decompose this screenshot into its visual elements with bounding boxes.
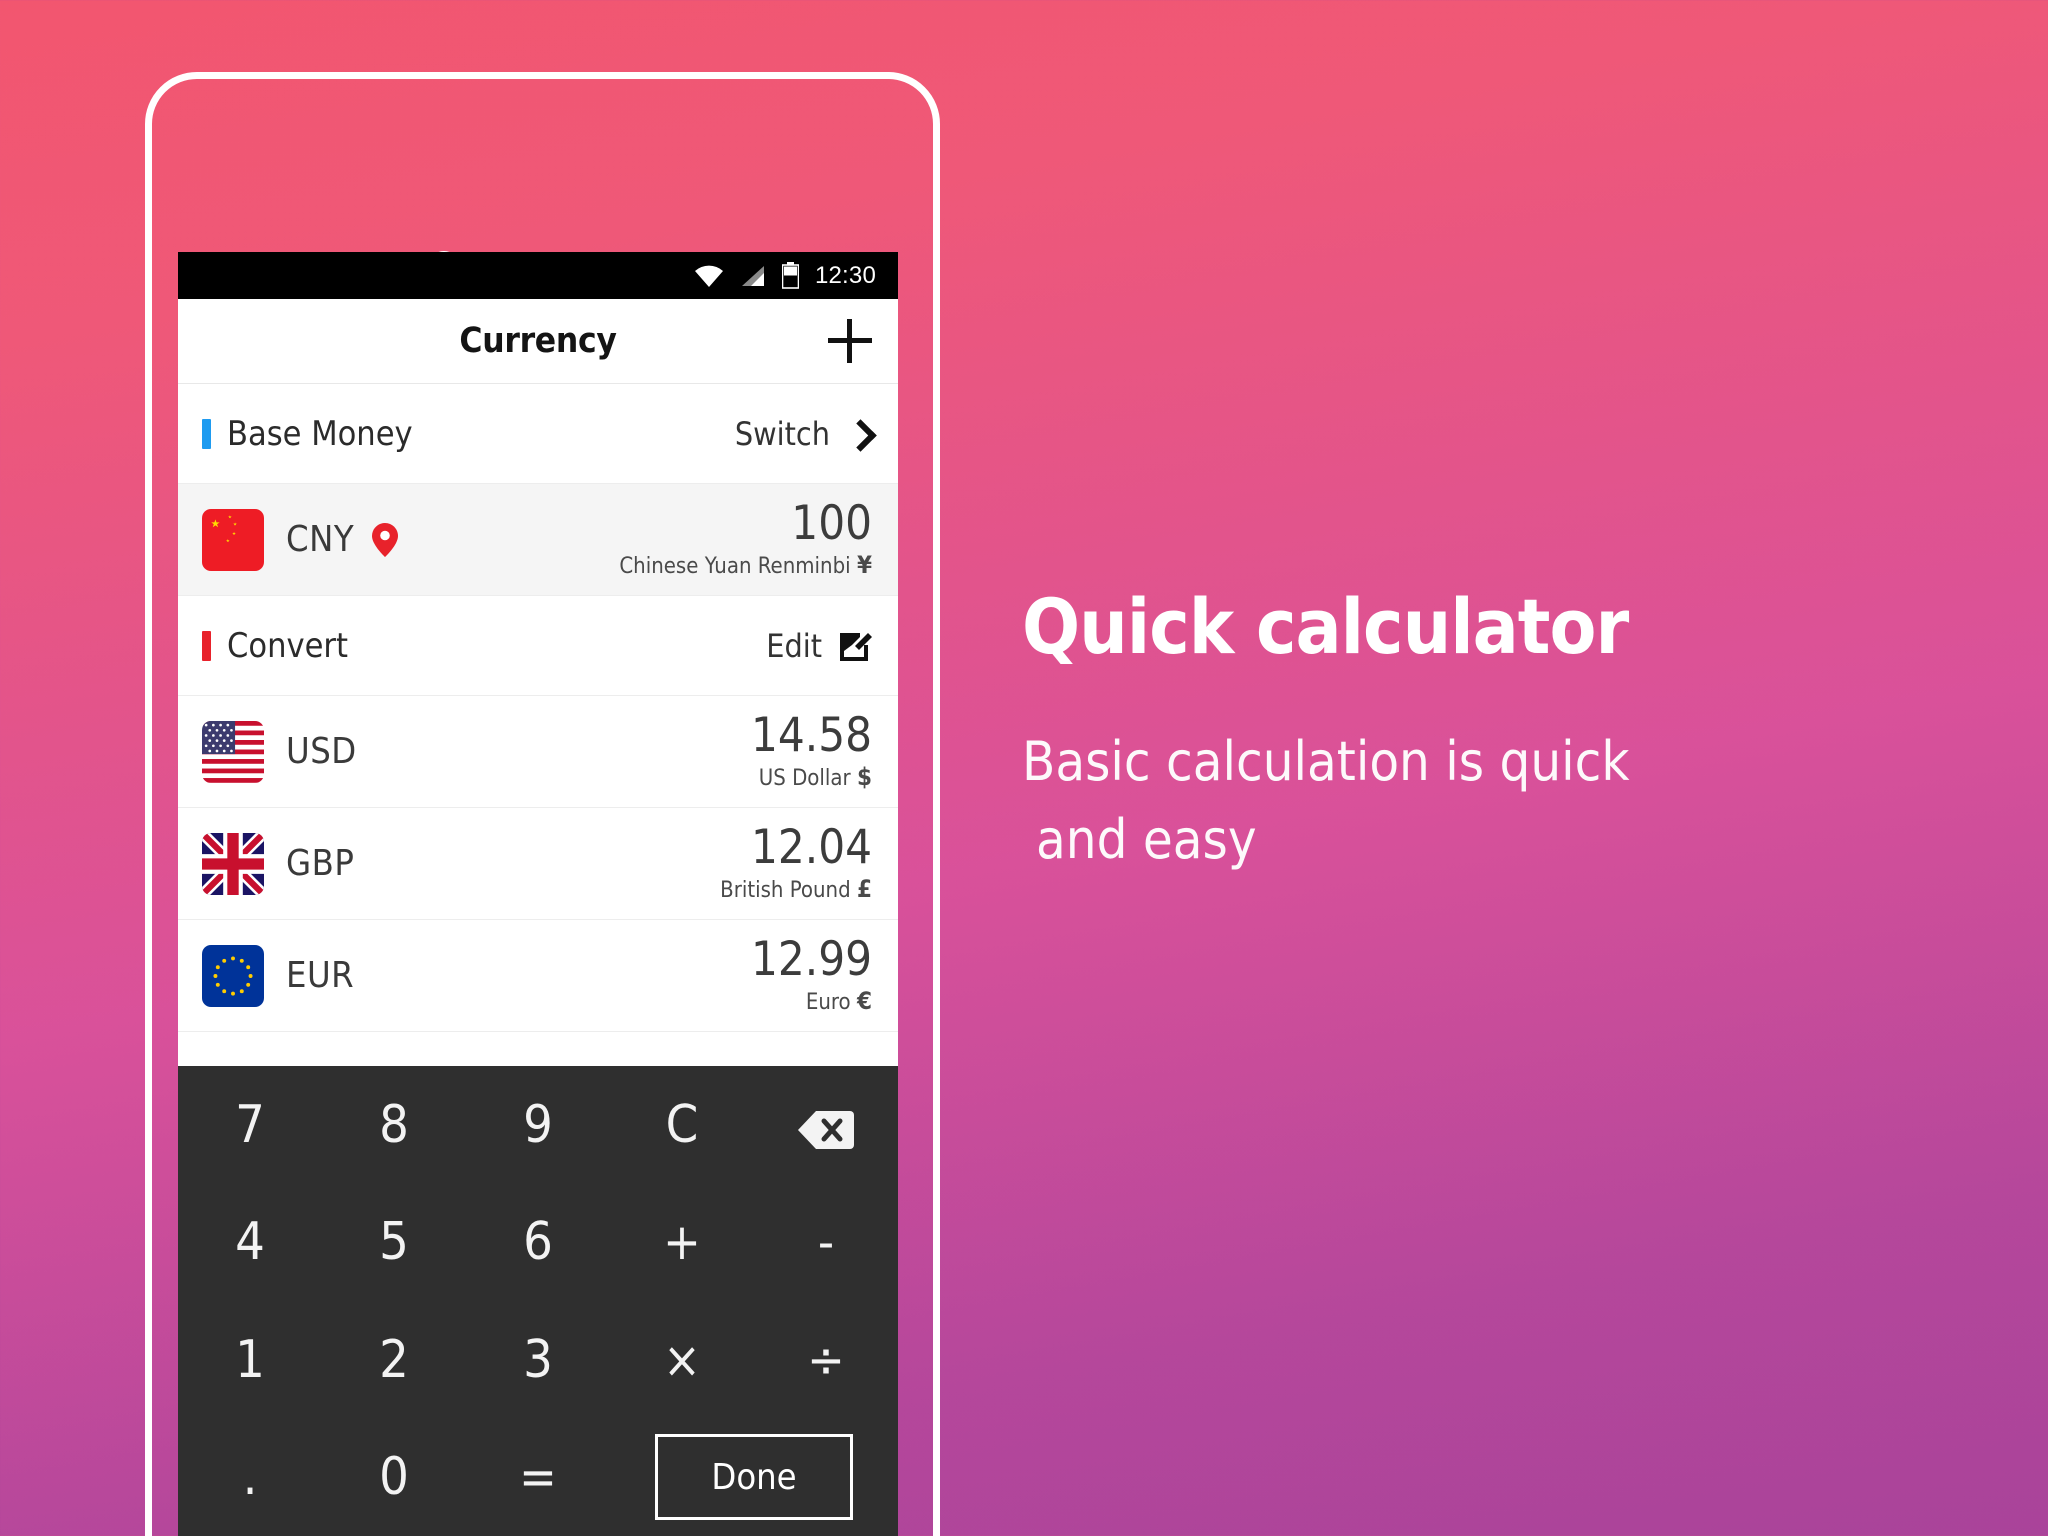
currency-symbol-eur: € <box>856 987 872 1016</box>
key-7[interactable]: 7 <box>178 1066 322 1184</box>
currency-row-eur[interactable]: EUR 12.99 Euro € <box>178 920 898 1032</box>
plus-icon[interactable] <box>828 319 872 363</box>
currency-row-gbp[interactable]: GBP 12.04 British Pound £ <box>178 808 898 920</box>
key-9[interactable]: 9 <box>466 1066 610 1184</box>
key-equals[interactable]: = <box>466 1419 610 1536</box>
flag-usa <box>202 720 264 783</box>
currency-amount-usd[interactable]: 14.58 <box>751 711 872 760</box>
edit-pencil-icon[interactable] <box>838 629 872 663</box>
marketing-subtext-line1: Basic calculation is quick <box>1022 730 1630 793</box>
section-convert[interactable]: Convert Edit <box>178 596 898 696</box>
key-8[interactable]: 8 <box>322 1066 466 1184</box>
marketing-subtext: Basic calculation is quick and easy <box>1022 723 1842 880</box>
currency-code-eur: EUR <box>286 955 355 996</box>
flag-uk <box>202 832 264 895</box>
battery-icon <box>781 262 799 289</box>
page-title: Currency <box>459 321 617 361</box>
base-currency-amount[interactable]: 100 <box>619 499 872 548</box>
key-2[interactable]: 2 <box>322 1301 466 1419</box>
currency-symbol-gbp: £ <box>856 875 872 904</box>
currency-name-eur: Euro € <box>805 987 872 1016</box>
accent-bar-red <box>202 630 211 661</box>
cell-signal-icon <box>740 264 766 288</box>
status-bar: 12:30 <box>178 252 898 299</box>
marketing-subtext-line2: and easy <box>1036 808 1257 872</box>
marketing-headline: Quick calculator <box>1022 582 1629 671</box>
marketing-copy: Quick calculator Basic calculation is qu… <box>1022 582 1842 880</box>
key-done-cell: Done <box>610 1419 898 1536</box>
section-base-money[interactable]: Base Money Switch <box>178 384 898 484</box>
status-time: 12:30 <box>814 261 876 289</box>
phone-top-bezel <box>152 79 933 189</box>
location-pin-icon <box>372 522 399 557</box>
key-clear[interactable]: C <box>610 1066 754 1184</box>
key-plus[interactable]: + <box>610 1184 754 1302</box>
key-5[interactable]: 5 <box>322 1184 466 1302</box>
currency-name-usd: US Dollar $ <box>758 763 872 792</box>
currency-amount-gbp[interactable]: 12.04 <box>720 823 872 872</box>
flag-eu <box>202 944 264 1007</box>
key-6[interactable]: 6 <box>466 1184 610 1302</box>
currency-symbol-usd: $ <box>856 763 872 792</box>
currency-name-gbp: British Pound £ <box>720 875 872 904</box>
backspace-icon <box>798 1104 854 1149</box>
base-currency-code: CNY <box>286 519 355 560</box>
section-label-convert: Convert <box>227 625 348 666</box>
key-divide[interactable]: ÷ <box>754 1301 898 1419</box>
switch-button[interactable]: Switch <box>735 415 830 453</box>
key-decimal[interactable]: . <box>178 1419 322 1536</box>
key-backspace[interactable] <box>754 1066 898 1184</box>
key-1[interactable]: 1 <box>178 1301 322 1419</box>
base-currency-symbol: ¥ <box>856 551 872 580</box>
chevron-right-icon[interactable] <box>846 421 872 447</box>
key-minus[interactable]: - <box>754 1184 898 1302</box>
done-button[interactable]: Done <box>655 1434 853 1521</box>
numeric-keypad: 7 8 9 C 4 5 6 + - 1 2 3 × ÷ . 0 = Done <box>178 1066 898 1536</box>
currency-code-gbp: GBP <box>286 843 355 884</box>
flag-china <box>202 508 264 571</box>
currency-amount-eur[interactable]: 12.99 <box>751 935 872 984</box>
key-3[interactable]: 3 <box>466 1301 610 1419</box>
section-label-base-money: Base Money <box>227 413 413 454</box>
currency-row-usd[interactable]: USD 14.58 US Dollar $ <box>178 696 898 808</box>
wifi-icon <box>694 264 724 288</box>
accent-bar-blue <box>202 418 211 449</box>
base-currency-name: Chinese Yuan Renminbi ¥ <box>619 551 872 580</box>
key-0[interactable]: 0 <box>322 1419 466 1536</box>
key-4[interactable]: 4 <box>178 1184 322 1302</box>
key-multiply[interactable]: × <box>610 1301 754 1419</box>
edit-button[interactable]: Edit <box>766 627 822 665</box>
base-currency-row[interactable]: CNY 100 Chinese Yuan Renminbi ¥ <box>178 484 898 596</box>
app-title-bar: Currency <box>178 299 898 384</box>
currency-code-usd: USD <box>286 731 357 772</box>
